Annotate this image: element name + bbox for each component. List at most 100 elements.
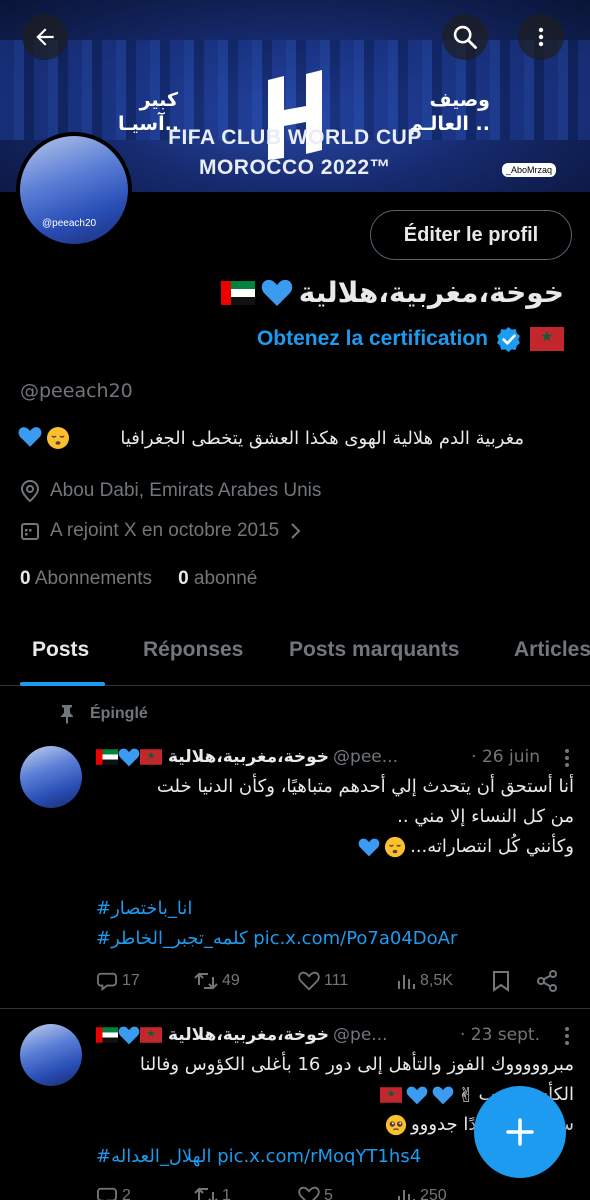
repost-icon [194,972,218,990]
view-count: 250 [420,1187,447,1200]
search-icon [453,25,477,49]
chevron-right-icon [291,523,301,539]
edit-profile-button[interactable]: Éditer le profil [370,210,572,260]
more-vertical-icon [538,27,544,47]
reply-count: 17 [122,972,140,989]
analytics-icon [398,975,415,989]
post-actions: 17 49 111 8,5K [96,970,566,992]
reply-button[interactable]: 17 [96,971,194,991]
search-button[interactable] [442,14,488,60]
like-count: 5 [324,1187,333,1200]
post-hashtags: #انا_باختصار #كلمه_تجبر_الخاطر pic.x.com… [96,894,574,954]
get-certified-link[interactable]: Obtenez la certification [257,327,488,351]
following-label: Abonnements [34,568,153,589]
post-media-link[interactable]: pic.x.com/Po7a04DoAr [253,928,457,949]
like-button[interactable]: 111 [298,971,396,991]
bookmark-button[interactable] [492,970,536,992]
post-divider [0,1008,590,1009]
post-author-handle[interactable]: @pe... [333,1025,387,1045]
following-stat[interactable]: 0 Abonnements [20,568,152,590]
repost-count: 1 [222,1187,231,1200]
reply-count: 2 [122,1187,131,1200]
pinned-label: Épinglé [90,705,148,722]
location-pin-icon [20,480,40,502]
post-author-handle[interactable]: @pee... [333,747,398,767]
post-text-line: مبروووووك الفوز والتأهل إلى دور 16 بأغلى… [139,1054,574,1075]
post-text-line: من كل النساء إلا مني .. [397,806,574,827]
morocco-flag-icon [530,327,564,351]
post-text-line-wrap: وكأنني كُل انتصاراته... [96,832,574,862]
profile-tabs: Posts Réponses Posts marquants Articles [0,628,590,686]
post-date[interactable]: · 23 sept. [460,1025,540,1045]
uae-flag-icon [96,749,118,765]
blue-heart-icon [118,748,140,766]
repost-button[interactable]: 1 [194,1186,298,1200]
pinned-label-row: Épinglé [58,704,148,724]
profile-bio: مغربية الدم هلالية الهوى هكذا العشق يتخط… [120,428,524,449]
like-button[interactable]: 5 [298,1186,396,1200]
following-count: 0 [20,568,31,589]
tab-replies[interactable]: Réponses [143,638,243,662]
compose-post-button[interactable] [474,1086,566,1178]
calendar-icon [21,523,39,540]
post-hashtag[interactable]: #الهلال_العداله [96,1146,211,1167]
followers-label: abonné [193,568,258,589]
post-more-icon[interactable] [564,1026,570,1046]
morocco-flag-icon [379,1087,402,1103]
tab-posts[interactable]: Posts [32,638,89,662]
post-author-name[interactable]: خوخة،مغربية،هلالية [168,1025,329,1045]
blue-heart-icon [18,427,42,447]
reply-icon [97,972,117,991]
bio-emojis [18,426,70,450]
like-count: 111 [324,972,349,989]
reply-button[interactable]: 2 [96,1186,194,1200]
display-name: خوخة،مغربية،هلالية [298,276,564,309]
post-text-line: أنا أستحق أن يتحدث إلي أحدهم متباهيًا، و… [156,776,574,797]
views-button[interactable]: 250 [396,1186,492,1200]
share-button[interactable] [536,970,558,992]
repost-button[interactable]: 49 [194,971,298,991]
pin-icon [61,705,73,724]
bookmark-icon [493,971,509,992]
post-author-name[interactable]: خوخة،مغربية،هلالية [168,747,329,767]
post-more-icon[interactable] [564,748,570,768]
tab-highlights[interactable]: Posts marquants [289,638,459,662]
post-hashtag[interactable]: #انا_باختصار [96,894,574,924]
back-button[interactable] [22,14,68,60]
post-header: خوخة،مغربية،هلالية @pee... · 26 juin [96,744,566,770]
post-text-line: وكأنني كُل انتصاراته... [410,836,574,857]
location-row: Abou Dabi, Emirats Arabes Unis [20,480,321,502]
active-tab-indicator [20,682,105,686]
display-name-row: خوخة،مغربية،هلالية [220,276,564,309]
verified-badge-icon [497,327,520,352]
post-date[interactable]: · 26 juin [471,747,540,767]
tab-articles[interactable]: Articles [514,638,590,662]
pleading-face-icon [385,1114,407,1136]
post-media-link[interactable]: pic.x.com/rMoqYT1hs4 [217,1146,421,1167]
joined-row[interactable]: A rejoint X en octobre 2015 [20,520,303,542]
post-hashtag[interactable]: #كلمه_تجبر_الخاطر [96,928,248,949]
profile-avatar[interactable]: @peeach20 [16,132,132,248]
sleeping-face-icon [47,427,69,449]
post-header: خوخة،مغربية،هلالية @pe... · 23 sept. [96,1022,566,1048]
views-button[interactable]: 8,5K [396,971,492,991]
location-text: Abou Dabi, Emirats Arabes Unis [50,480,322,501]
repost-count: 49 [222,972,240,989]
profile-handle: @peeach20 [20,380,133,402]
post-text: أنا أستحق أن يتحدث إلي أحدهم متباهيًا، و… [96,772,574,862]
blue-heart-icon [406,1086,428,1104]
certification-row[interactable]: Obtenez la certification [257,326,564,352]
blue-heart-icon [432,1086,454,1104]
post-avatar[interactable] [20,746,82,808]
banner-watermark: _AboMrzaq [502,163,557,177]
share-icon [537,970,557,992]
back-arrow-icon [36,28,54,46]
sleeping-face-icon [385,836,406,858]
uae-flag-icon [220,280,255,305]
more-options-button[interactable] [518,14,564,60]
followers-stat[interactable]: 0 abonné [178,568,257,590]
morocco-flag-icon [140,749,162,765]
heart-outline-icon [298,971,320,991]
post-avatar[interactable] [20,1024,82,1086]
joined-text: A rejoint X en octobre 2015 [50,520,280,541]
